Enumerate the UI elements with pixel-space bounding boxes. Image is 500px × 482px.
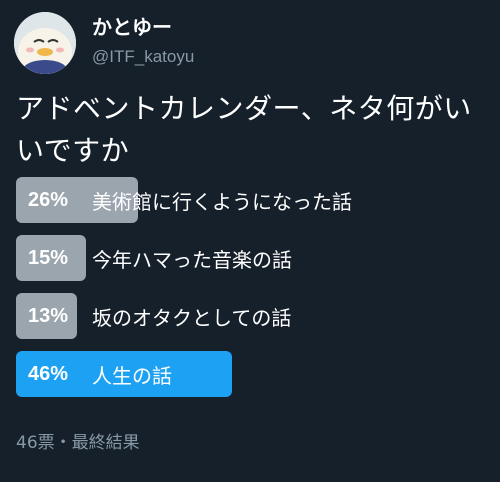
poll-option-label: 坂のオタクとしての話 xyxy=(92,305,292,330)
poll-footer: 46票・最終結果 xyxy=(16,433,140,453)
tweet-text: アドベントカレンダー、ネタ何がいいですか xyxy=(16,92,472,167)
poll-percent: 46% xyxy=(28,362,69,385)
user-handle[interactable]: @ITF_katoyu xyxy=(92,46,194,68)
display-name[interactable]: かとゆー xyxy=(92,14,172,40)
poll-option[interactable]: 15% 今年ハマった音楽の話 xyxy=(16,235,486,281)
poll-option-label: 美術館に行くようになった話 xyxy=(92,189,352,214)
poll-option-label: 人生の話 xyxy=(92,363,172,388)
poll-option[interactable]: 13% 坂のオタクとしての話 xyxy=(16,293,486,339)
poll-percent: 26% xyxy=(28,188,69,211)
bird-avatar-icon[interactable] xyxy=(14,12,76,74)
poll-percent: 13% xyxy=(28,304,69,327)
poll-option[interactable]: 26% 美術館に行くようになった話 xyxy=(16,177,486,223)
poll: 26% 美術館に行くようになった話 15% 今年ハマった音楽の話 13% 坂のオタクとして… xyxy=(16,177,486,409)
poll-option[interactable]: 46% 人生の話 xyxy=(16,351,486,397)
tweet-card: かとゆー @ITF_katoyu アドベントカレンダー、ネタ何がいいですか 26… xyxy=(0,0,500,482)
poll-option-label: 今年ハマった音楽の話 xyxy=(92,247,292,272)
poll-percent: 15% xyxy=(28,246,69,269)
